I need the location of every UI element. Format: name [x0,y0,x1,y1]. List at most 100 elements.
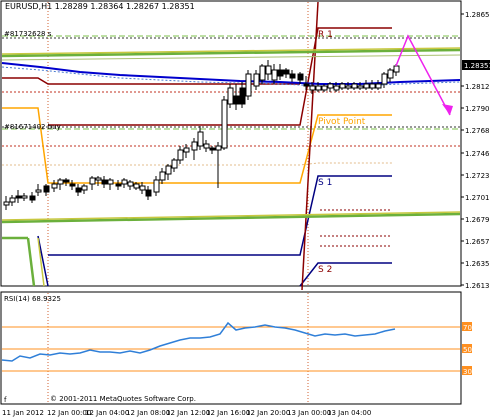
symbol-header: EURUSD,H1 1.28289 1.28364 1.28267 1.2835… [5,2,195,11]
chart-window: EURUSD,H1 1.28289 1.28364 1.28267 1.2835… [0,0,490,417]
price-tick-label: 1.26790 [465,216,490,224]
candle-body [69,183,76,187]
s1-label: S 1 [318,178,332,188]
price-axis: 1.28650 1.28125 1.27900 1.27680 1.27460 1.272… [461,11,490,290]
candle-body [375,83,382,89]
candle-body [363,83,370,89]
time-tick-label: 11 Jan 2012 [2,409,44,417]
candle-body [3,201,10,206]
rsi-level-labels: 70 50 30 [462,322,472,376]
price-tick-label: 1.27900 [465,105,490,113]
candle-body [203,143,210,149]
candle-body [57,179,64,185]
candle-body [369,83,376,89]
candle-body [265,65,272,75]
candle-body [15,195,22,199]
candle-body [43,185,50,193]
candle-body [303,83,310,87]
candle-body [333,85,340,91]
candle-body [121,179,128,185]
candle-body [165,165,172,175]
price-tick-label: 1.28125 [465,83,490,91]
r1-label: R 1 [318,30,333,40]
candle-body [35,189,42,193]
order-label-buy: #81671402 buy [4,123,61,131]
candle-body [271,69,278,81]
candle-body [259,65,266,81]
price-tick-label: 1.26130 [465,282,490,290]
price-tick-label: 1.27460 [465,150,490,158]
candle-body [127,181,134,187]
candle-body [191,141,198,151]
current-price-label: 1.28351 [464,62,490,70]
candle-body [153,179,160,193]
candle-body [283,69,290,75]
pivot-point-label: Pivot Point [318,117,366,127]
candle-body [239,87,246,105]
candle-body [289,73,296,79]
candle-body [89,177,96,185]
candle-body [159,171,166,181]
rsi-level-30: 30 [463,368,472,376]
candle-body [345,85,352,89]
candle-body [95,177,102,181]
candle-body [177,149,184,161]
s2-label: S 2 [318,265,332,275]
time-tick-label: 12 Jan 12:00 [166,409,210,417]
candle-body [9,197,16,203]
candle-body [277,69,284,77]
candle-body [145,189,152,197]
candle-body [51,183,58,189]
main-chart-panel [0,0,462,287]
copyright-text: © 2001-2011 MetaQuotes Software Corp. [50,395,196,403]
price-tick-label: 1.27680 [465,127,490,135]
candle-body [115,183,122,187]
candle-body [227,87,234,105]
candle-body [233,95,240,105]
price-tick-label: 1.26350 [465,260,490,268]
candle-body [101,179,108,185]
rsi-panel [0,291,462,405]
price-tick-label: 1.27230 [465,172,490,180]
candle-body [315,85,322,91]
candle-body [183,147,190,153]
candle-body [221,99,228,149]
candle-body [21,195,28,199]
candle-body [133,183,140,189]
rsi-level-70: 70 [463,324,472,332]
candle-body [171,159,178,169]
candle-body [393,65,400,73]
time-tick-label: 13 Jan 00:00 [287,409,331,417]
time-tick-label: 12 Jan 20:00 [246,409,290,417]
candle-body [339,83,346,89]
time-tick-label: 12 Jan 04:00 [85,409,129,417]
rsi-level-50: 50 [463,346,472,354]
time-tick-label: 12 Jan 08:00 [126,409,170,417]
candle-body [81,185,88,191]
candle-body [253,73,260,87]
candle-body [75,187,82,193]
candle-body [309,85,316,91]
time-axis: 11 Jan 2012 12 Jan 00:0012 Jan 04:0012 Ja… [2,409,371,417]
candle-body [245,73,252,97]
candle-body [327,83,334,89]
price-tick-label: 1.28650 [465,11,490,19]
candle-body [209,147,216,151]
candle-body [63,179,70,183]
time-tick-label: 12 Jan 16:00 [206,409,250,417]
price-tick-label: 1.27010 [465,194,490,202]
candle-body [351,83,358,89]
order-label-sell: #81732628 s [4,30,52,38]
candle-body [297,73,304,81]
candle-body [139,185,146,191]
time-tick-label: 13 Jan 04:00 [327,409,371,417]
candle-body [107,179,114,185]
candle-body [321,85,328,91]
price-tick-label: 1.26575 [465,238,490,246]
candle-body [357,85,364,89]
candle-body [381,73,388,85]
candle-body [29,195,36,201]
rsi-title: RSI(14) 68.9325 [4,295,61,303]
candle-body [387,69,394,79]
candle-body [215,145,222,151]
